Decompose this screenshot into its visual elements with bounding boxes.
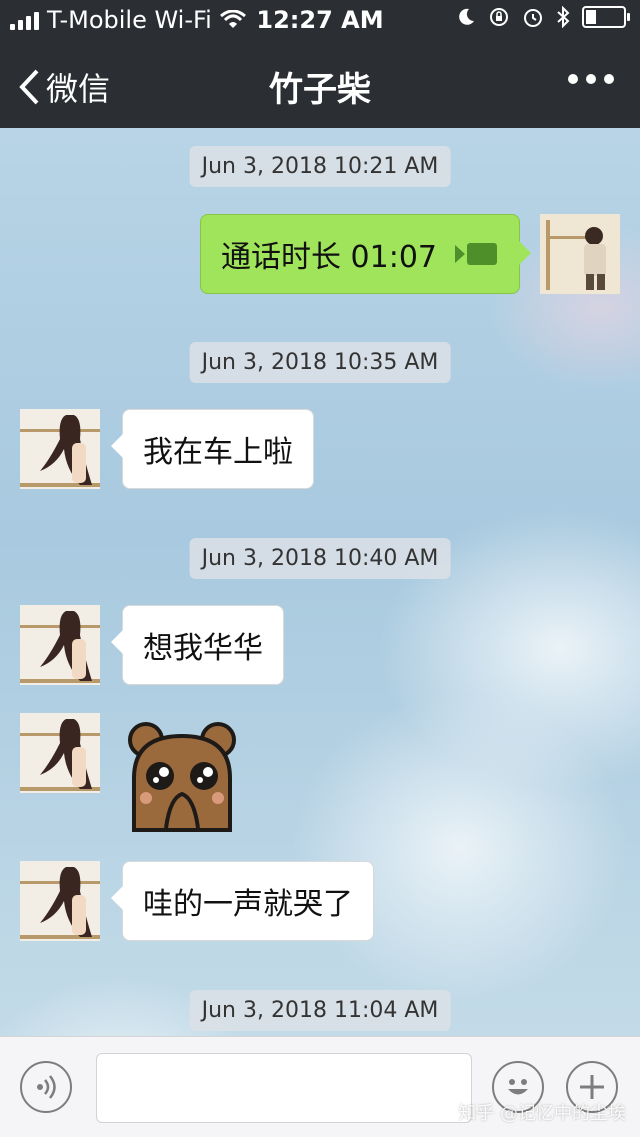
more-options-button[interactable] bbox=[568, 74, 614, 84]
message-timestamp: Jun 3, 2018 10:40 AM bbox=[189, 538, 451, 579]
chat-header: 微信 竹子柴 bbox=[0, 40, 640, 128]
watermark: 知乎 @记忆中的尘埃 bbox=[458, 1103, 626, 1124]
message-bubble[interactable]: 哇的一声就哭了 bbox=[111, 861, 374, 941]
alarm-icon bbox=[524, 9, 542, 27]
dot-icon bbox=[586, 74, 596, 84]
chat-title: 竹子柴 bbox=[269, 70, 371, 110]
contact-avatar[interactable] bbox=[20, 713, 100, 793]
moon-icon bbox=[459, 8, 474, 25]
crying-bear-sticker[interactable] bbox=[124, 718, 240, 838]
video-call-icon bbox=[455, 241, 499, 267]
bluetooth-icon bbox=[557, 6, 570, 28]
message-text: 哇的一声就哭了 bbox=[143, 887, 353, 922]
message-text: 我在车上啦 bbox=[143, 435, 293, 470]
voice-input-button[interactable] bbox=[20, 1061, 72, 1113]
my-avatar[interactable] bbox=[540, 214, 620, 294]
message-timestamp: Jun 3, 2018 10:35 AM bbox=[189, 342, 451, 383]
message-timestamp: Jun 3, 2018 11:04 AM bbox=[189, 990, 451, 1031]
message-timestamp: Jun 3, 2018 10:21 AM bbox=[189, 146, 451, 187]
input-bar: 知乎 @记忆中的尘埃 bbox=[0, 1036, 640, 1137]
message-text: 想我华华 bbox=[143, 631, 263, 666]
dot-icon bbox=[604, 74, 614, 84]
battery-icon bbox=[582, 6, 630, 28]
contact-avatar[interactable] bbox=[20, 409, 100, 489]
plus-icon bbox=[580, 1075, 604, 1099]
message-input[interactable] bbox=[96, 1053, 472, 1123]
voice-icon bbox=[37, 1075, 56, 1099]
dot-icon bbox=[568, 74, 578, 84]
contact-avatar[interactable] bbox=[20, 605, 100, 685]
message-bubble[interactable]: 我在车上啦 bbox=[111, 409, 314, 489]
contact-avatar[interactable] bbox=[20, 861, 100, 941]
call-duration-bubble[interactable]: 通话时长 01:07 bbox=[200, 214, 531, 294]
message-bubble[interactable]: 想我华华 bbox=[111, 605, 284, 685]
status-bar: T-Mobile Wi-Fi 12:27 AM bbox=[0, 0, 640, 40]
chat-area[interactable]: Jun 3, 2018 10:21 AM 通话时长 01:07 Jun 3, 2… bbox=[0, 128, 640, 1036]
rotation-lock-icon bbox=[490, 8, 508, 26]
call-duration-text: 通话时长 01:07 bbox=[221, 240, 437, 275]
